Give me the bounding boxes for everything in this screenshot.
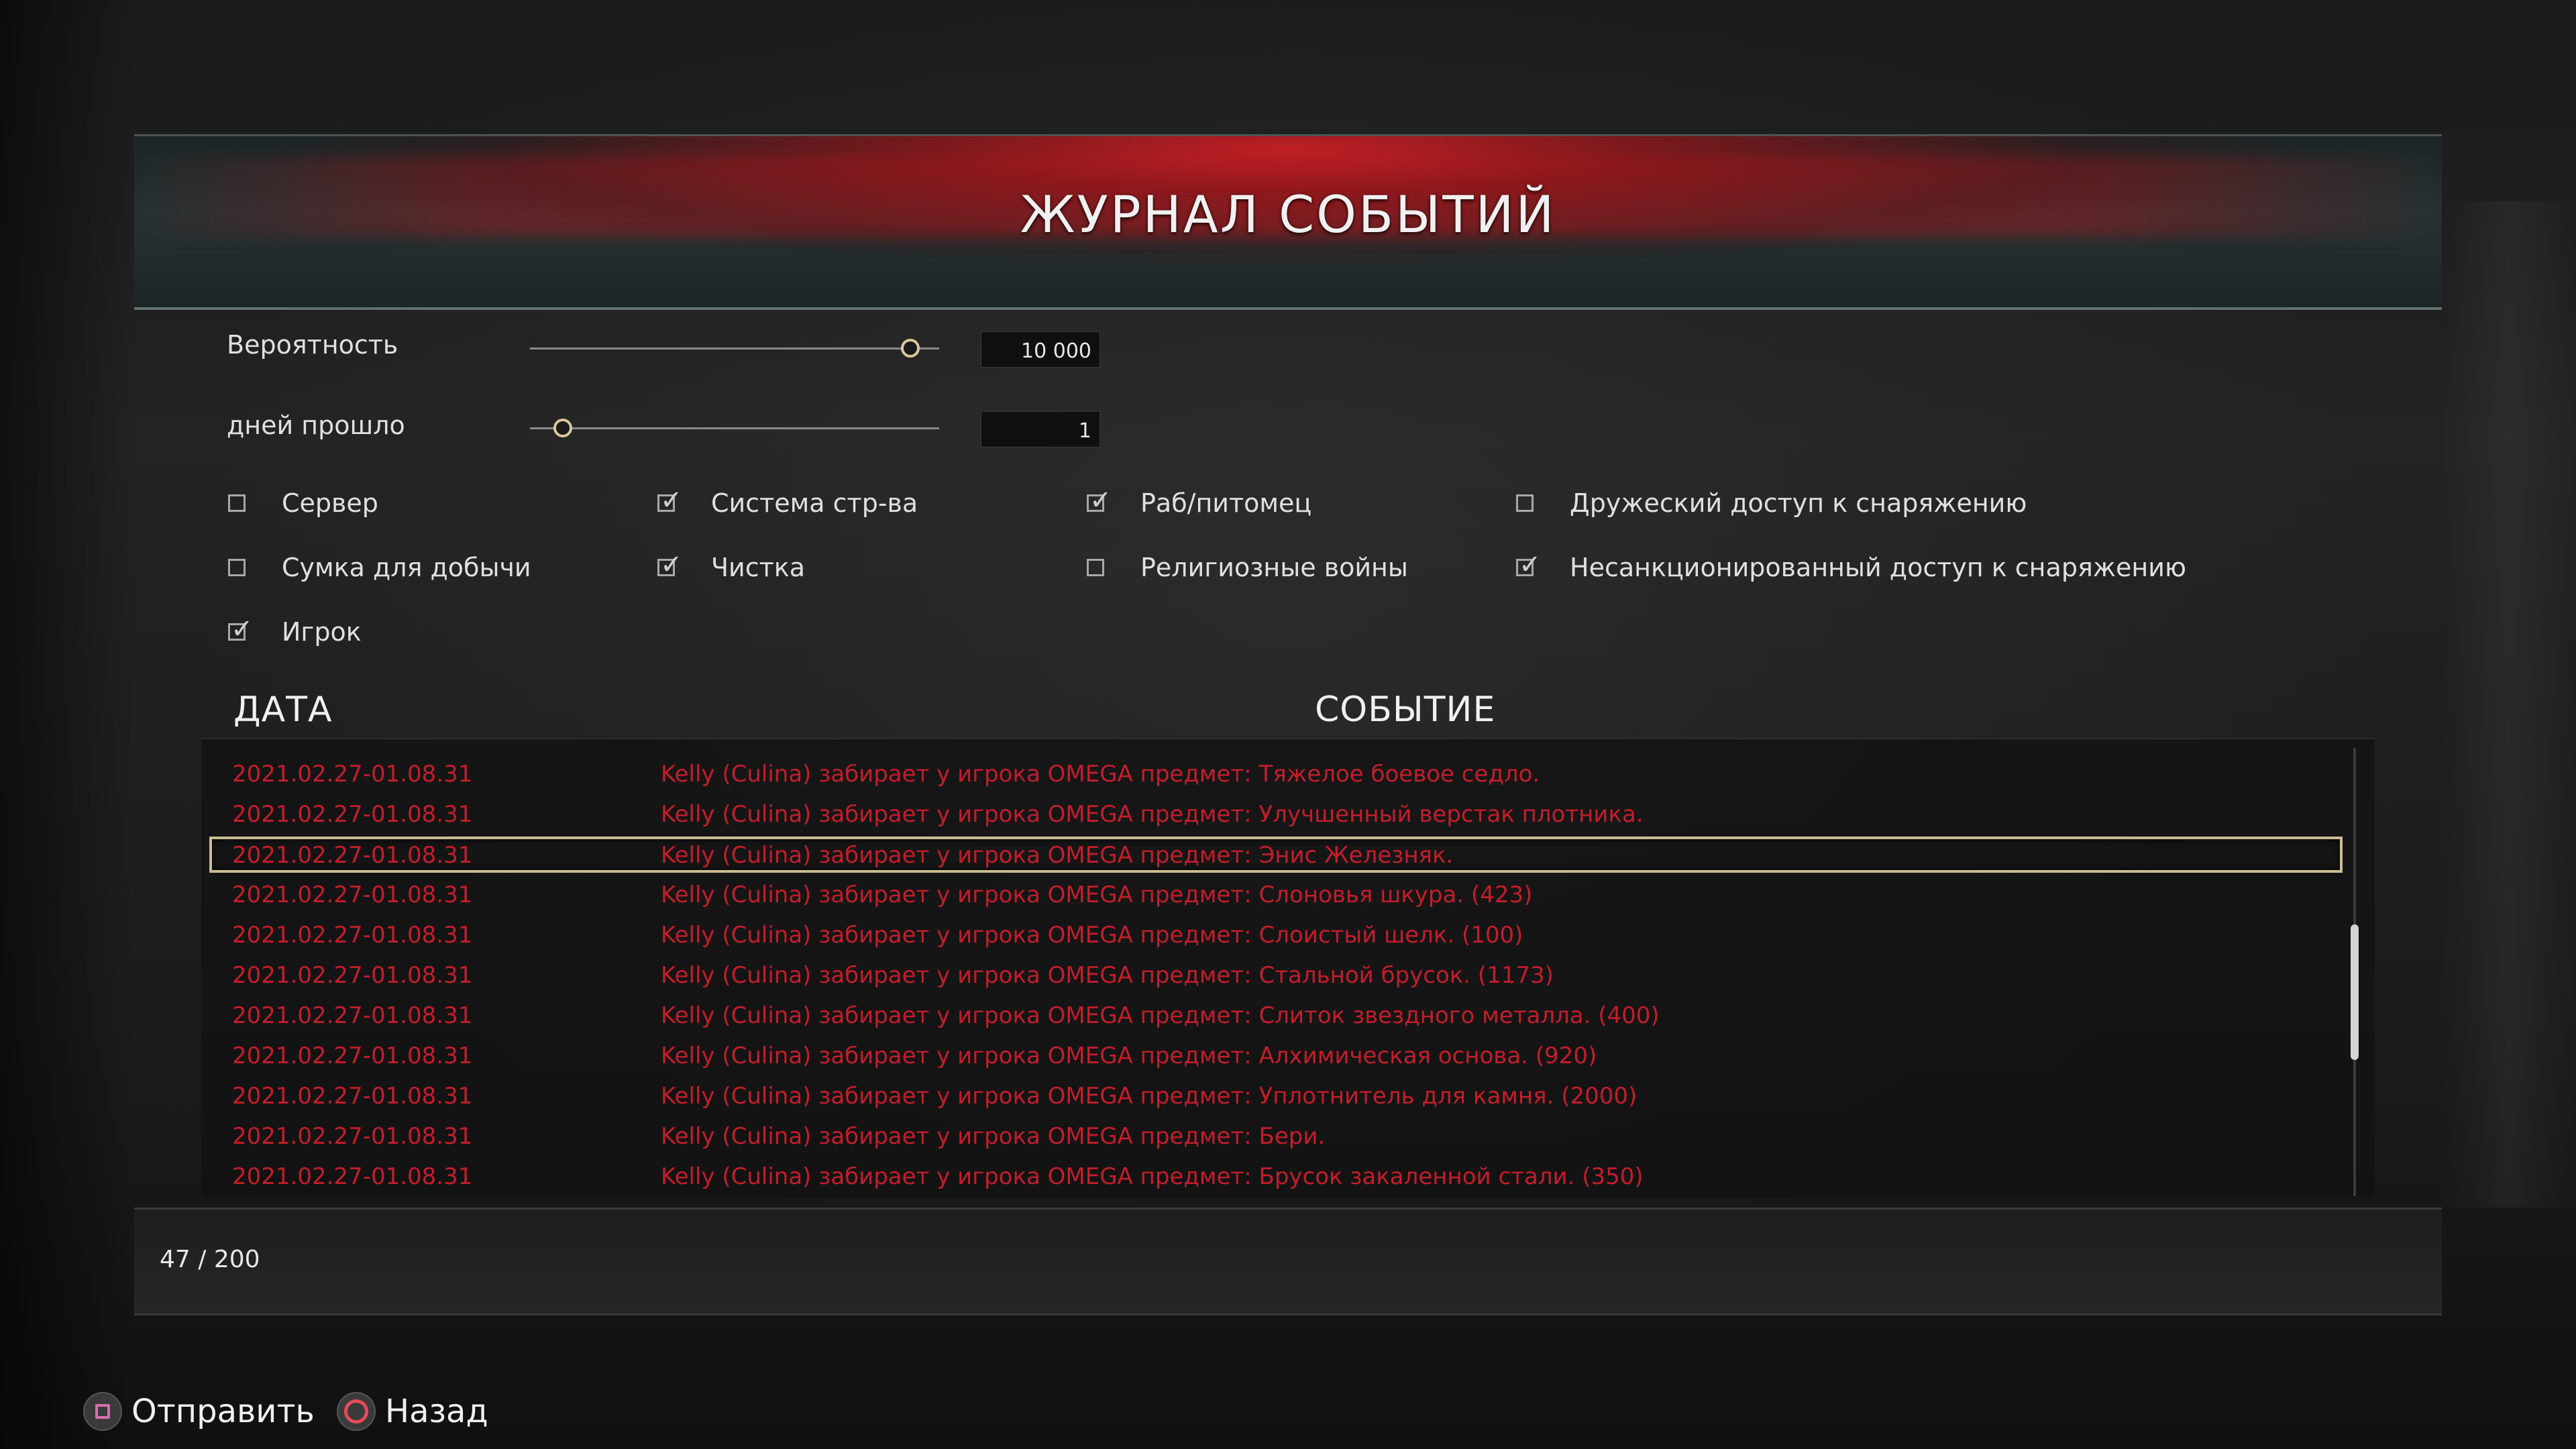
row-date: 2021.02.27-01.08.31 <box>232 1083 473 1110</box>
checkmark-icon: ✓ <box>1089 485 1112 516</box>
row-date: 2021.02.27-01.08.31 <box>232 1163 473 1190</box>
page-title: ЖУРНАЛ СОБЫТИЙ <box>1020 184 1556 244</box>
back-button[interactable]: Назад <box>337 1390 488 1433</box>
checkbox-icon[interactable] <box>228 494 246 512</box>
filter-player[interactable]: ✓ Игрок <box>228 612 362 652</box>
days-passed-slider[interactable] <box>530 427 939 429</box>
row-date: 2021.02.27-01.08.31 <box>232 761 473 788</box>
filter-label: Чистка <box>711 553 806 582</box>
event-log-table: 2021.02.27-01.08.31 Kelly (Culina) забир… <box>201 738 2375 1198</box>
table-row[interactable]: 2021.02.27-01.08.31 Kelly (Culina) забир… <box>201 1076 2348 1116</box>
checkbox-icon[interactable] <box>1516 494 1534 512</box>
probability-value-field[interactable]: 10 000 <box>981 331 1100 368</box>
row-event: Kelly (Culina) забирает у игрока OMEGA п… <box>661 1042 1597 1069</box>
table-row[interactable]: 2021.02.27-01.08.31 Kelly (Culina) забир… <box>201 794 2348 835</box>
row-event: Kelly (Culina) забирает у игрока OMEGA п… <box>661 842 1454 869</box>
filter-unauthorized-gear-access[interactable]: ✓ Несанкционированный доступ к снаряжени… <box>1516 547 2186 588</box>
background-light-right <box>2442 201 2576 1208</box>
row-date: 2021.02.27-01.08.31 <box>232 922 473 949</box>
back-button-label: Назад <box>385 1393 488 1430</box>
row-event: Kelly (Culina) забирает у игрока OMEGA п… <box>661 922 1523 949</box>
table-row[interactable]: 2021.02.27-01.08.31 Kelly (Culina) забир… <box>201 996 2348 1036</box>
checkbox-icon[interactable] <box>228 559 246 576</box>
filter-label: Игрок <box>282 617 362 647</box>
filter-label: Дружеский доступ к снаряжению <box>1570 488 2027 518</box>
send-button-label: Отправить <box>131 1393 315 1430</box>
table-row[interactable]: 2021.02.27-01.08.31 Kelly (Culina) забир… <box>201 754 2348 794</box>
entry-counter: 47 / 200 <box>160 1246 260 1273</box>
row-date: 2021.02.27-01.08.31 <box>232 1002 473 1029</box>
column-header-event[interactable]: СОБЫТИЕ <box>1315 690 1495 730</box>
checkbox-icon[interactable]: ✓ <box>228 616 254 643</box>
row-date: 2021.02.27-01.08.31 <box>232 1042 473 1069</box>
table-row[interactable]: 2021.02.27-01.08.31 Kelly (Culina) забир… <box>201 955 2348 996</box>
days-passed-value-field[interactable]: 1 <box>981 411 1100 447</box>
filter-religious-wars[interactable]: Религиозные войны <box>1087 547 1408 588</box>
row-event: Kelly (Culina) забирает у игрока OMEGA п… <box>661 1163 1644 1190</box>
row-date: 2021.02.27-01.08.31 <box>232 1123 473 1150</box>
filter-label: Религиозные войны <box>1140 553 1408 582</box>
days-passed-slider-knob[interactable] <box>553 419 572 437</box>
checkbox-icon[interactable] <box>1087 559 1104 576</box>
filter-label: Несанкционированный доступ к снаряжению <box>1570 553 2186 582</box>
filter-label: Система стр-ва <box>711 488 918 518</box>
row-event: Kelly (Culina) забирает у игрока OMEGA п… <box>661 761 1540 788</box>
square-button-icon <box>83 1392 122 1431</box>
days-passed-label: дней прошло <box>227 411 405 440</box>
row-date: 2021.02.27-01.08.31 <box>232 962 473 989</box>
header-banner: ЖУРНАЛ СОБЫТИЙ <box>134 134 2442 310</box>
filter-thrall-pet[interactable]: ✓ Раб/питомец <box>1087 483 1311 523</box>
checkmark-icon: ✓ <box>660 485 683 516</box>
table-row-selected[interactable]: 2021.02.27-01.08.31 Kelly (Culina) забир… <box>209 837 2343 873</box>
row-date: 2021.02.27-01.08.31 <box>232 881 473 908</box>
checkmark-icon: ✓ <box>1519 549 1542 580</box>
row-event: Kelly (Culina) забирает у игрока OMEGA п… <box>661 1002 1660 1029</box>
checkbox-icon[interactable]: ✓ <box>1087 487 1112 514</box>
row-date: 2021.02.27-01.08.31 <box>232 842 473 869</box>
row-event: Kelly (Culina) забирает у игрока OMEGA п… <box>661 1083 1638 1110</box>
row-event: Kelly (Culina) забирает у игрока OMEGA п… <box>661 801 1644 828</box>
table-row[interactable]: 2021.02.27-01.08.31 Kelly (Culina) забир… <box>201 1036 2348 1076</box>
row-date: 2021.02.27-01.08.31 <box>232 801 473 828</box>
circle-button-icon <box>337 1392 376 1431</box>
table-row[interactable]: 2021.02.27-01.08.31 Kelly (Culina) забир… <box>201 1157 2348 1197</box>
probability-label: Вероятность <box>227 330 398 360</box>
checkbox-icon[interactable]: ✓ <box>657 551 683 578</box>
probability-slider[interactable] <box>530 347 939 350</box>
filter-loot-bag[interactable]: Сумка для добычи <box>228 547 531 588</box>
table-row[interactable]: 2021.02.27-01.08.31 Kelly (Culina) забир… <box>201 875 2348 915</box>
checkbox-icon[interactable]: ✓ <box>1516 551 1542 578</box>
filter-building-system[interactable]: ✓ Система стр-ва <box>657 483 918 523</box>
checkmark-icon: ✓ <box>231 614 254 645</box>
table-row[interactable]: 2021.02.27-01.08.31 Kelly (Culina) забир… <box>201 915 2348 955</box>
table-scrollbar-thumb[interactable] <box>2351 924 2359 1060</box>
row-event: Kelly (Culina) забирает у игрока OMEGA п… <box>661 1123 1326 1150</box>
filter-cleanup[interactable]: ✓ Чистка <box>657 547 805 588</box>
row-event: Kelly (Culina) забирает у игрока OMEGA п… <box>661 962 1554 989</box>
send-button[interactable]: Отправить <box>83 1390 315 1433</box>
filter-friendly-gear-access[interactable]: Дружеский доступ к снаряжению <box>1516 483 2027 523</box>
footer-bar: 47 / 200 <box>134 1208 2442 1316</box>
table-row[interactable]: 2021.02.27-01.08.31 Kelly (Culina) забир… <box>201 1116 2348 1157</box>
filter-label: Сервер <box>282 488 378 518</box>
background-shadow-left <box>0 0 134 1449</box>
filter-server[interactable]: Сервер <box>228 483 378 523</box>
checkmark-icon: ✓ <box>660 549 683 580</box>
filter-label: Сумка для добычи <box>282 553 531 582</box>
row-event: Kelly (Culina) забирает у игрока OMEGA п… <box>661 881 1533 908</box>
filter-label: Раб/питомец <box>1140 488 1312 518</box>
column-header-date[interactable]: ДАТА <box>233 690 333 730</box>
checkbox-icon[interactable]: ✓ <box>657 487 683 514</box>
